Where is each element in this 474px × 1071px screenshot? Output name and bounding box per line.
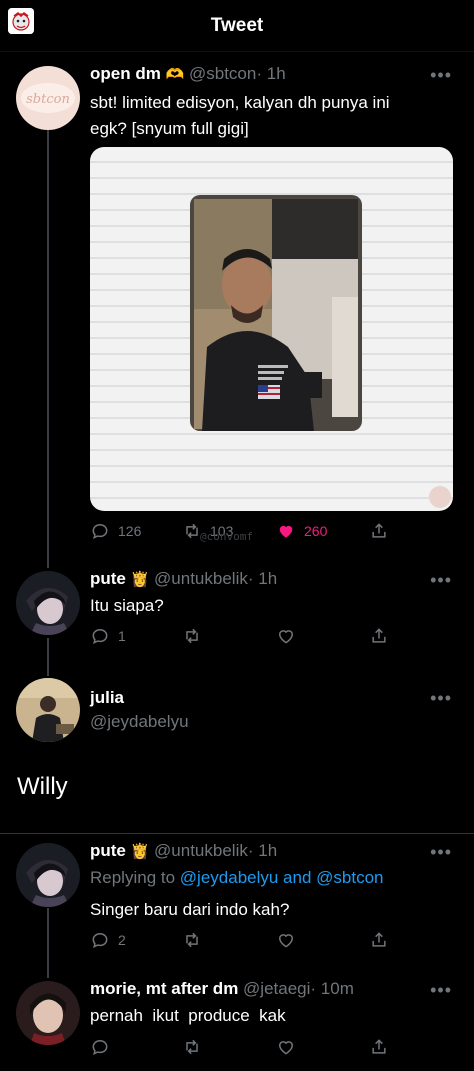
retweet-button[interactable] — [182, 1037, 202, 1057]
username[interactable]: @untukbelik — [154, 569, 248, 588]
reply-count: 126 — [118, 523, 142, 539]
tweet-header: pute 👸 @untukbelik· 1h — [90, 841, 277, 861]
avatar[interactable] — [16, 981, 80, 1045]
display-name[interactable]: julia — [90, 688, 189, 708]
share-button[interactable] — [369, 930, 389, 950]
avatar[interactable] — [16, 678, 80, 742]
share-icon — [372, 628, 386, 643]
tweet-photo[interactable] — [90, 147, 453, 511]
like-button[interactable]: 260 — [276, 521, 327, 541]
tweet-text: Itu siapa? — [90, 596, 164, 615]
avatar-logo-text: sbtcon — [26, 92, 70, 107]
tweet-header: pute 👸 @untukbelik· 1h — [90, 569, 277, 589]
username[interactable]: @jetaegi — [243, 979, 310, 998]
crown-emoji: 👸 — [130, 843, 150, 860]
page-title: Tweet — [210, 14, 264, 36]
like-button[interactable] — [276, 626, 296, 646]
reply-icon — [92, 523, 108, 540]
more-icon[interactable]: ••• — [430, 689, 452, 707]
top-bar: Tweet — [0, 0, 474, 52]
like-count: 260 — [304, 523, 328, 539]
timestamp: · 1h — [256, 64, 286, 83]
reply-count: 1 — [118, 628, 126, 644]
tweet-text: Singer baru dari indo kah? — [90, 900, 290, 919]
tweet-text-line: egk? [snyum full gigi] — [90, 119, 249, 138]
reply-icon — [92, 628, 108, 645]
more-icon[interactable]: ••• — [430, 571, 452, 589]
display-name[interactable]: pute — [90, 569, 126, 588]
reply-icon — [92, 1039, 108, 1056]
timestamp: · 1h — [247, 569, 278, 588]
share-icon — [372, 1039, 386, 1054]
tweet-header: open dm 🫶 @sbtcon· 1h — [90, 64, 286, 84]
share-button[interactable] — [369, 626, 389, 646]
avatar[interactable] — [16, 571, 80, 635]
tweet-header: morie, mt after dm @jetaegi· 10m — [90, 979, 354, 999]
more-icon[interactable]: ••• — [430, 981, 452, 999]
display-name[interactable]: open dm — [90, 64, 161, 83]
reply-button[interactable]: 1 — [90, 626, 126, 646]
heart-hands-emoji: 🫶 — [165, 66, 185, 83]
more-icon[interactable]: ••• — [430, 843, 452, 861]
like-button[interactable] — [276, 930, 296, 950]
heart-icon — [278, 934, 294, 948]
reply-button[interactable] — [90, 1037, 110, 1057]
retweet-icon — [186, 932, 198, 948]
username[interactable]: @untukbelik — [154, 841, 248, 860]
heart-icon — [278, 1041, 294, 1055]
divider — [0, 833, 474, 834]
retweet-icon — [186, 523, 198, 539]
reply-icon — [92, 932, 108, 949]
retweet-button[interactable] — [182, 930, 202, 950]
replying-to: Replying to @jeydabelyu and @sbtcon — [90, 868, 384, 888]
reply-button[interactable]: 126 — [90, 521, 141, 541]
like-button[interactable] — [276, 1037, 296, 1057]
reply-count: 2 — [118, 932, 126, 948]
watermark-text: @convomf — [200, 530, 253, 543]
reply-button[interactable]: 2 — [90, 930, 126, 950]
retweet-icon — [186, 1039, 198, 1055]
thread-line — [47, 638, 49, 676]
avatar[interactable] — [16, 843, 80, 907]
share-button[interactable] — [369, 1037, 389, 1057]
thread-line — [47, 130, 49, 568]
tweet-actions: 2 — [90, 930, 390, 952]
tweet-text: sbt! limited edisyon, kalyan dh punya in… — [90, 90, 390, 142]
timestamp: · 10m — [310, 979, 354, 998]
tweet-actions: 1 — [90, 626, 390, 648]
replying-users-link[interactable]: @jeydabelyu and @sbtcon — [180, 868, 384, 887]
username[interactable]: @sbtcon — [189, 64, 256, 83]
timestamp: · 1h — [247, 841, 278, 860]
more-icon[interactable]: ••• — [430, 66, 452, 84]
display-name[interactable]: morie, mt after dm — [90, 979, 238, 998]
crown-emoji: 👸 — [130, 571, 150, 588]
tweet-text-line: sbt! limited edisyon, kalyan dh punya in… — [90, 93, 390, 112]
share-icon — [372, 932, 386, 947]
app-logo-icon[interactable] — [8, 8, 34, 34]
avatar[interactable]: sbtcon — [16, 66, 80, 130]
heart-icon — [278, 630, 294, 644]
retweet-icon — [186, 628, 198, 644]
retweet-button[interactable] — [182, 626, 202, 646]
heart-icon — [279, 525, 293, 538]
tweet-actions — [90, 1037, 390, 1059]
share-button[interactable] — [369, 521, 389, 541]
display-name[interactable]: pute — [90, 841, 126, 860]
focused-tweet-text: Willy — [17, 773, 68, 800]
share-icon — [372, 523, 386, 538]
username[interactable]: @jeydabelyu — [90, 712, 189, 732]
replying-prefix: Replying to — [90, 868, 176, 887]
thread-line — [47, 908, 49, 978]
tweet-header: julia @jeydabelyu — [90, 688, 189, 732]
tweet-text: pernah ikut produce kak — [90, 1006, 286, 1025]
